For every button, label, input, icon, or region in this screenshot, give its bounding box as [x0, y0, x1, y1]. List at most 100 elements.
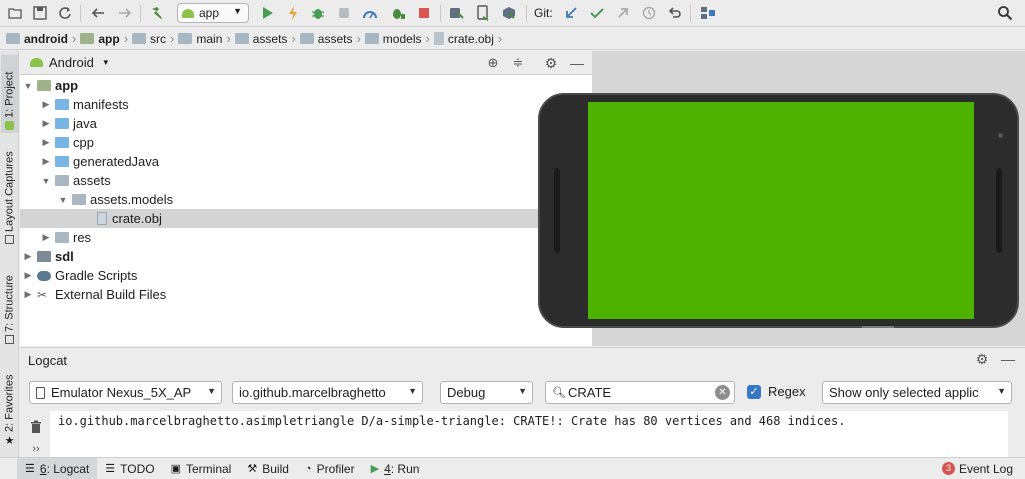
collapse-arrow-icon[interactable]: ▶	[23, 251, 33, 262]
tab-structure[interactable]: 7: Structure	[1, 267, 18, 347]
stop-icon[interactable]	[415, 4, 433, 22]
git-update-icon[interactable]	[562, 4, 580, 22]
more-icon[interactable]: ››	[27, 440, 45, 458]
git-push-icon[interactable]	[614, 4, 632, 22]
run-config-label: app	[199, 6, 220, 20]
collapse-arrow-icon[interactable]: ▶	[23, 270, 33, 281]
tab-profiler[interactable]: ◔ Profiler	[297, 458, 363, 479]
logcat-search-input[interactable]: 🔍︎ CRATE ✕	[545, 381, 735, 404]
locate-icon[interactable]: ⊕	[484, 54, 502, 72]
android-icon	[30, 58, 43, 67]
collapse-all-icon[interactable]: ≑	[509, 54, 527, 72]
tab-terminal[interactable]: ▣ Terminal	[163, 458, 240, 479]
process-select-value: io.github.marcelbraghetto	[239, 385, 386, 400]
camera-icon	[998, 133, 1003, 138]
git-history-icon[interactable]	[640, 4, 658, 22]
res-folder-icon	[55, 232, 69, 243]
tab-project[interactable]: 1: Project	[1, 55, 18, 133]
sync-icon[interactable]	[56, 4, 74, 22]
back-icon[interactable]	[89, 4, 107, 22]
attach-debugger-icon[interactable]	[335, 4, 353, 22]
tab-favorites[interactable]: ★ 2: Favorites	[1, 367, 18, 449]
collapse-arrow-icon[interactable]: ▶	[41, 156, 51, 167]
tree-item-java[interactable]: ▶ java	[20, 114, 592, 133]
breadcrumb-item-assets-2[interactable]: assets ›	[299, 31, 363, 46]
tab-run[interactable]: ▶ 4: Run	[363, 458, 428, 479]
regex-checkbox[interactable]: ✓ Regex	[747, 384, 806, 399]
run-configuration-select[interactable]: app ▼	[177, 3, 249, 23]
tab-layout-captures[interactable]: Layout Captures	[1, 143, 18, 247]
tab-build[interactable]: ⚒ Build	[239, 458, 297, 479]
clear-search-icon[interactable]: ✕	[715, 385, 730, 400]
forward-icon[interactable]	[116, 4, 134, 22]
search-icon[interactable]	[996, 4, 1014, 22]
breadcrumb-item-models[interactable]: models ›	[364, 31, 432, 46]
emulator-frame-handle[interactable]	[862, 326, 894, 328]
hide-icon[interactable]: —	[568, 54, 586, 72]
logcat-panel: Logcat ⚙ — Emulator Nexus_5X_AP ▼ io.git…	[20, 347, 1025, 458]
avd-manager-icon[interactable]	[448, 4, 466, 22]
apply-changes-icon[interactable]	[284, 4, 302, 22]
tab-logcat[interactable]: ☰ 6: Logcat	[17, 457, 98, 479]
tree-item-generatedjava[interactable]: ▶ generatedJava	[20, 152, 592, 171]
run-icon[interactable]	[259, 4, 277, 22]
log-level-select[interactable]: Debug ▼	[440, 381, 533, 404]
open-icon[interactable]	[6, 4, 24, 22]
emulator-screen[interactable]	[588, 102, 974, 319]
expand-arrow-icon[interactable]: ▼	[58, 195, 68, 205]
build-icon[interactable]	[148, 4, 166, 22]
logcat-icon: ☰	[25, 463, 35, 475]
tree-item-gradle-scripts[interactable]: ▶ Gradle Scripts	[20, 266, 592, 285]
process-select[interactable]: io.github.marcelbraghetto ▼	[232, 381, 423, 404]
tree-item-crate-obj[interactable]: crate.obj	[20, 209, 592, 228]
logcat-title: Logcat	[28, 353, 68, 368]
collapse-arrow-icon[interactable]: ▶	[41, 99, 51, 110]
expand-arrow-icon[interactable]: ▼	[23, 81, 33, 91]
gradle-icon	[37, 270, 51, 281]
assets-folder-icon	[234, 33, 249, 44]
tab-todo[interactable]: ☰ TODO	[97, 458, 162, 479]
tree-item-assets-models[interactable]: ▼ assets.models	[20, 190, 592, 209]
breadcrumb-item-main[interactable]: main ›	[178, 31, 232, 46]
filter-select[interactable]: Show only selected applic ▼	[822, 381, 1012, 404]
hide-icon[interactable]: —	[999, 350, 1017, 368]
git-revert-icon[interactable]	[666, 4, 684, 22]
tree-item-assets[interactable]: ▼ assets	[20, 171, 592, 190]
sdk-manager-icon[interactable]	[500, 4, 518, 22]
collapse-arrow-icon[interactable]: ▶	[41, 137, 51, 148]
profile-icon[interactable]	[361, 4, 379, 22]
tree-item-cpp[interactable]: ▶ cpp	[20, 133, 592, 152]
tree-item-external-build-files[interactable]: ▶ ✂ External Build Files	[20, 285, 592, 304]
gear-icon[interactable]: ⚙	[542, 54, 560, 72]
expand-arrow-icon[interactable]: ▼	[41, 176, 51, 186]
device-file-icon[interactable]	[474, 4, 492, 22]
device-select[interactable]: Emulator Nexus_5X_AP ▼	[29, 381, 222, 404]
debug-icon[interactable]	[309, 4, 327, 22]
folder-icon	[364, 33, 379, 44]
coverage-icon[interactable]	[389, 4, 407, 22]
tree-item-sdl[interactable]: ▶ sdl	[20, 247, 592, 266]
logcat-output[interactable]: io.github.marcelbraghetto.asimpletriangl…	[50, 411, 1008, 458]
tree-item-manifests[interactable]: ▶ manifests	[20, 95, 592, 114]
tab-layout-captures-label: Layout Captures	[3, 151, 16, 232]
save-icon[interactable]	[31, 4, 49, 22]
breadcrumb-item-src[interactable]: src ›	[132, 31, 176, 46]
tree-item-app[interactable]: ▼ app	[20, 76, 592, 95]
breadcrumb-item-crate-obj[interactable]: crate.obj ›	[433, 31, 504, 46]
breadcrumb-item-app[interactable]: app ›	[80, 31, 130, 46]
collapse-arrow-icon[interactable]: ▶	[41, 118, 51, 129]
trash-icon[interactable]	[27, 418, 45, 436]
tree-item-res[interactable]: ▶ res	[20, 228, 592, 247]
project-structure-icon[interactable]	[699, 4, 717, 22]
project-view-select[interactable]: Android ▼	[30, 55, 110, 70]
git-commit-icon[interactable]	[588, 4, 606, 22]
breadcrumb-item-assets[interactable]: assets ›	[234, 31, 298, 46]
collapse-arrow-icon[interactable]: ▶	[23, 289, 33, 300]
project-tool-icon	[5, 121, 14, 130]
chevron-down-icon: ▼	[408, 386, 417, 396]
gear-icon[interactable]: ⚙	[973, 350, 991, 368]
tab-event-log[interactable]: 3 Event Log	[934, 458, 1025, 479]
collapse-arrow-icon[interactable]: ▶	[41, 232, 51, 243]
tree-item-label: crate.obj	[112, 211, 162, 226]
breadcrumb-item-android[interactable]: android ›	[6, 31, 78, 46]
